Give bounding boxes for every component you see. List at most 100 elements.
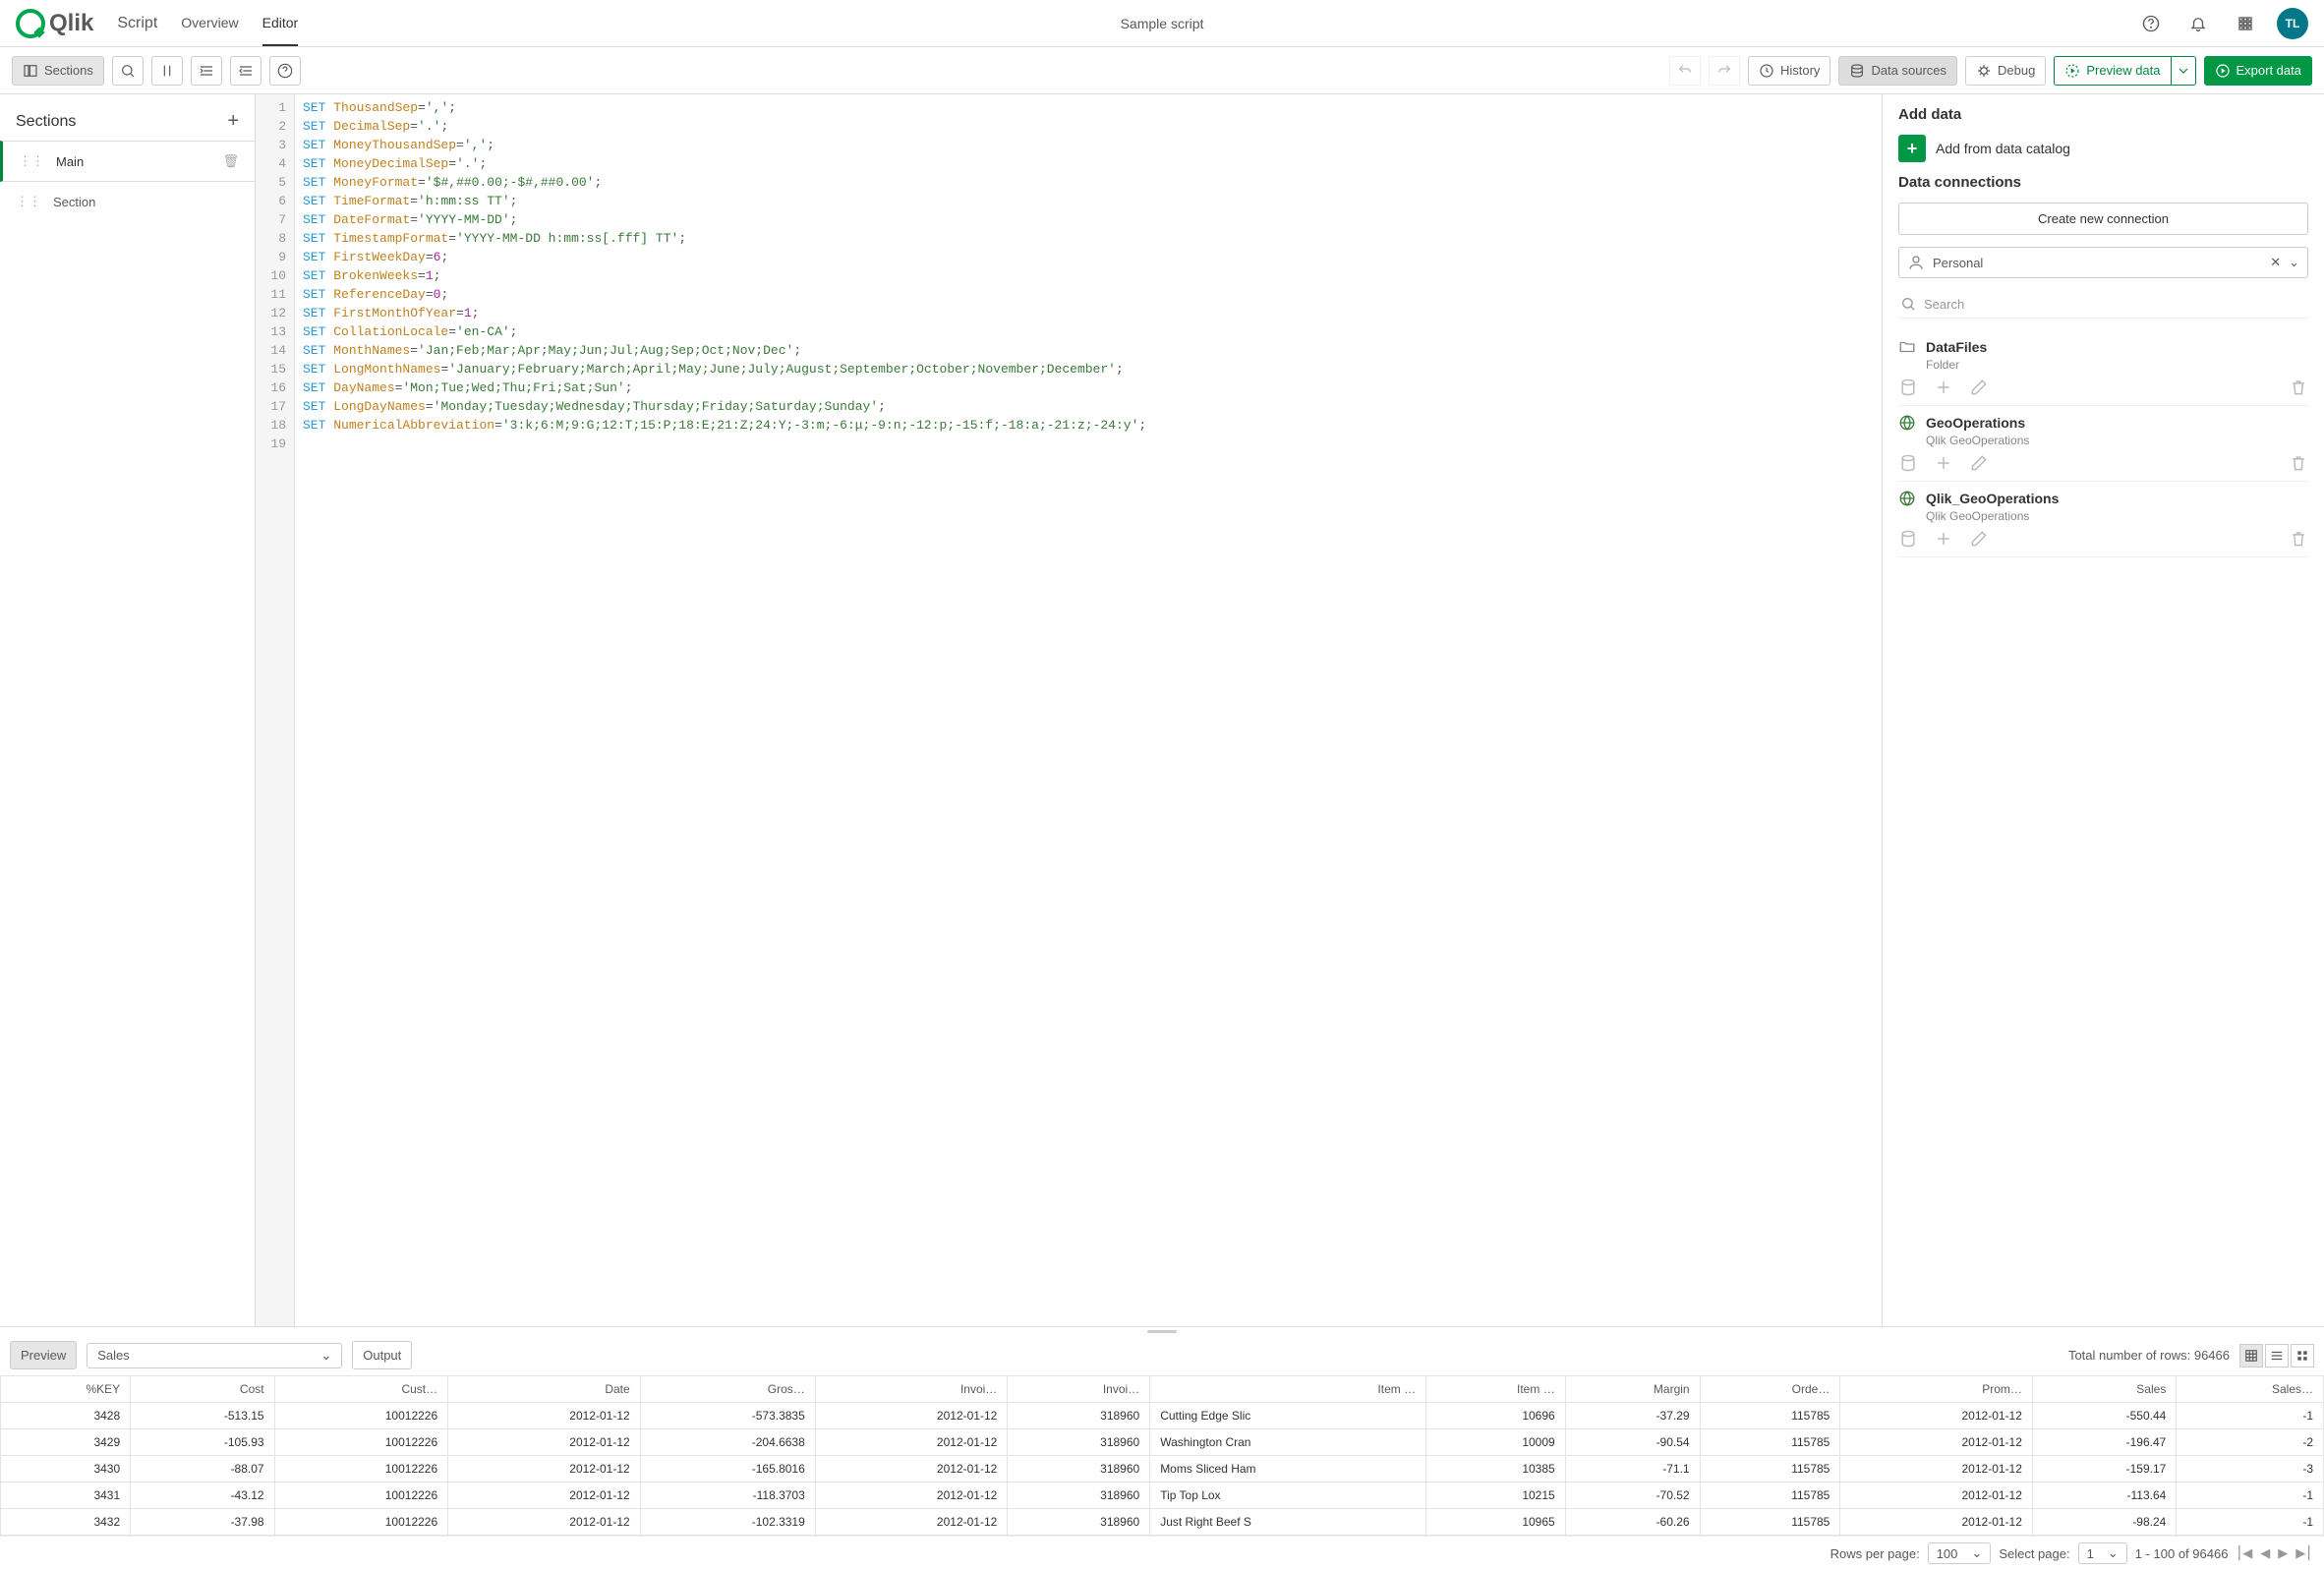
- column-header[interactable]: Orde…: [1700, 1376, 1840, 1403]
- column-header[interactable]: Date: [448, 1376, 641, 1403]
- drag-handle-icon[interactable]: ⋮⋮: [19, 153, 44, 169]
- column-header[interactable]: %KEY: [1, 1376, 131, 1403]
- connection-type: Qlik GeoOperations: [1926, 509, 2308, 523]
- column-header[interactable]: Cost: [131, 1376, 274, 1403]
- history-button[interactable]: History: [1748, 56, 1830, 86]
- table-cell: 2012-01-12: [815, 1456, 1008, 1483]
- space-selector[interactable]: Personal ✕ ⌄: [1898, 247, 2308, 278]
- column-header[interactable]: Cust…: [274, 1376, 448, 1403]
- apps-icon[interactable]: [2230, 8, 2261, 39]
- column-header[interactable]: Sales: [2032, 1376, 2176, 1403]
- redo-button[interactable]: [1709, 56, 1740, 86]
- edit-connection-icon[interactable]: [1969, 529, 1989, 549]
- connection-item[interactable]: Qlik_GeoOperations Qlik GeoOperations: [1898, 482, 2308, 557]
- view-table-icon[interactable]: [2239, 1344, 2263, 1367]
- avatar[interactable]: TL: [2277, 8, 2308, 39]
- insert-script-icon[interactable]: [1934, 378, 1953, 397]
- data-connections-title: Data connections: [1898, 174, 2308, 191]
- page-selector[interactable]: 1⌄: [2078, 1542, 2127, 1564]
- logo: Qlik: [16, 9, 93, 38]
- table-cell: 2012-01-12: [1840, 1429, 2033, 1456]
- output-tab-button[interactable]: Output: [352, 1341, 412, 1369]
- table-cell: Washington Cran: [1150, 1429, 1426, 1456]
- section-item[interactable]: ⋮⋮Main🗑: [0, 141, 255, 182]
- table-row[interactable]: 3430-88.07100122262012-01-12-165.8016201…: [1, 1456, 2324, 1483]
- data-sources-button[interactable]: Data sources: [1838, 56, 1957, 86]
- sections-toggle-button[interactable]: Sections: [12, 56, 104, 86]
- search-placeholder: Search: [1924, 297, 1964, 312]
- last-page-icon[interactable]: ▶⎮: [2295, 1545, 2312, 1561]
- first-page-icon[interactable]: ⎮◀: [2236, 1545, 2252, 1561]
- select-data-icon[interactable]: [1898, 529, 1918, 549]
- column-header[interactable]: Margin: [1565, 1376, 1700, 1403]
- sections-title: Sections: [16, 113, 76, 131]
- preview-data-dropdown[interactable]: [2172, 56, 2196, 86]
- view-list-icon[interactable]: [2265, 1344, 2289, 1367]
- table-cell: 115785: [1700, 1456, 1840, 1483]
- tab-overview[interactable]: Overview: [181, 1, 238, 46]
- create-connection-button[interactable]: Create new connection: [1898, 203, 2308, 235]
- add-from-catalog-label: Add from data catalog: [1936, 141, 2070, 156]
- insert-script-icon[interactable]: [1934, 453, 1953, 473]
- resize-handle[interactable]: [0, 1327, 2324, 1335]
- delete-connection-icon[interactable]: [2289, 529, 2308, 549]
- select-data-icon[interactable]: [1898, 378, 1918, 397]
- add-section-button[interactable]: +: [227, 110, 239, 133]
- table-cell: 10012226: [274, 1403, 448, 1429]
- drag-handle-icon[interactable]: ⋮⋮: [16, 194, 41, 209]
- debug-button[interactable]: Debug: [1965, 56, 2046, 86]
- column-header[interactable]: Prom…: [1840, 1376, 2033, 1403]
- view-grid-icon[interactable]: [2291, 1344, 2314, 1367]
- add-from-catalog-button[interactable]: + Add from data catalog: [1898, 135, 2308, 162]
- undo-button[interactable]: [1669, 56, 1701, 86]
- code-editor[interactable]: 12345678910111213141516171819 SET Thousa…: [256, 94, 1882, 1326]
- table-cell: -90.54: [1565, 1429, 1700, 1456]
- clear-space-icon[interactable]: ✕: [2270, 255, 2281, 270]
- table-row[interactable]: 3428-513.15100122262012-01-12-573.383520…: [1, 1403, 2324, 1429]
- connection-item[interactable]: DataFiles Folder: [1898, 330, 2308, 406]
- help-icon[interactable]: [2135, 8, 2167, 39]
- select-data-icon[interactable]: [1898, 453, 1918, 473]
- column-header[interactable]: Invoi…: [1008, 1376, 1150, 1403]
- table-cell: -1: [2177, 1403, 2324, 1429]
- table-row[interactable]: 3431-43.12100122262012-01-12-118.3703201…: [1, 1483, 2324, 1509]
- column-header[interactable]: Sales…: [2177, 1376, 2324, 1403]
- preview-tab-button[interactable]: Preview: [10, 1341, 77, 1369]
- column-header[interactable]: Item …: [1150, 1376, 1426, 1403]
- chevron-down-icon[interactable]: ⌄: [2289, 255, 2299, 270]
- table-cell: -98.24: [2032, 1509, 2176, 1536]
- bell-icon[interactable]: [2182, 8, 2214, 39]
- section-item[interactable]: ⋮⋮Section: [0, 182, 255, 221]
- edit-connection-icon[interactable]: [1969, 378, 1989, 397]
- column-header[interactable]: Item …: [1426, 1376, 1566, 1403]
- rows-per-page-selector[interactable]: 100⌄: [1928, 1542, 1992, 1564]
- connection-search[interactable]: Search: [1898, 290, 2308, 319]
- tab-editor[interactable]: Editor: [262, 1, 299, 46]
- delete-connection-icon[interactable]: [2289, 378, 2308, 397]
- table-selector[interactable]: Sales ⌄: [87, 1343, 342, 1368]
- table-row[interactable]: 3432-37.98100122262012-01-12-102.3319201…: [1, 1509, 2324, 1536]
- help-toolbar-button[interactable]: [269, 56, 301, 86]
- outdent-button[interactable]: [230, 56, 261, 86]
- table-cell: 10385: [1426, 1456, 1566, 1483]
- delete-connection-icon[interactable]: [2289, 453, 2308, 473]
- indent-button[interactable]: [191, 56, 222, 86]
- preview-data-button[interactable]: Preview data: [2054, 56, 2171, 86]
- export-data-button[interactable]: Export data: [2204, 56, 2313, 86]
- comment-toggle-button[interactable]: [151, 56, 183, 86]
- delete-section-icon[interactable]: 🗑: [222, 153, 239, 169]
- connection-item[interactable]: GeoOperations Qlik GeoOperations: [1898, 406, 2308, 482]
- table-cell: -71.1: [1565, 1456, 1700, 1483]
- table-cell: -60.26: [1565, 1509, 1700, 1536]
- column-header[interactable]: Gros…: [640, 1376, 815, 1403]
- search-button[interactable]: [112, 56, 144, 86]
- column-header[interactable]: Invoi…: [815, 1376, 1008, 1403]
- edit-connection-icon[interactable]: [1969, 453, 1989, 473]
- prev-page-icon[interactable]: ◀: [2260, 1545, 2270, 1561]
- table-row[interactable]: 3429-105.93100122262012-01-12-204.663820…: [1, 1429, 2324, 1456]
- next-page-icon[interactable]: ▶: [2278, 1545, 2288, 1561]
- connection-type: Qlik GeoOperations: [1926, 434, 2308, 447]
- table-cell: 2012-01-12: [1840, 1456, 2033, 1483]
- toolbar: Sections History Data sources Debug Prev…: [0, 47, 2324, 94]
- insert-script-icon[interactable]: [1934, 529, 1953, 549]
